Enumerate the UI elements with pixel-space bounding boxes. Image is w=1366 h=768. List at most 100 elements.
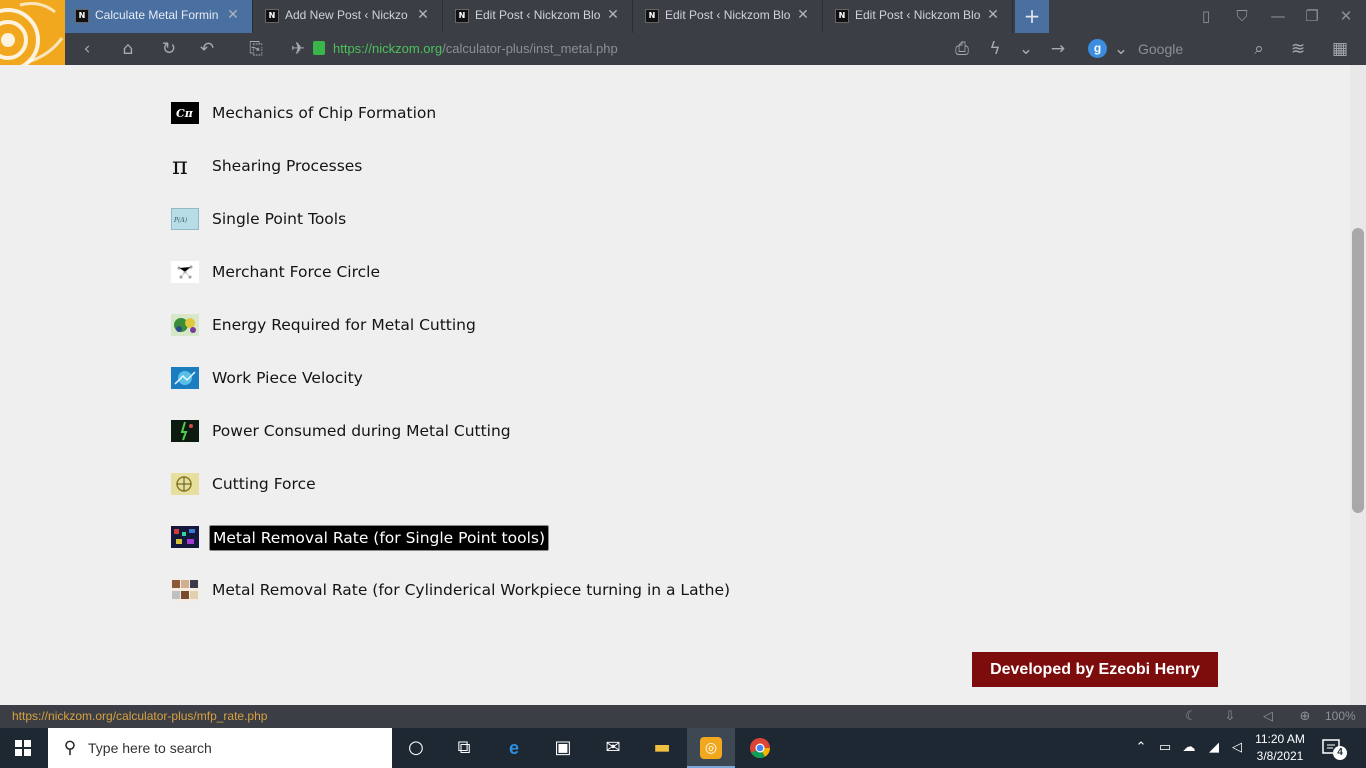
lightning-icon[interactable]: ϟ (984, 39, 1006, 59)
close-icon[interactable]: ✕ (986, 8, 1000, 22)
mail-icon: ✉ (605, 737, 621, 758)
nickzom-favicon-icon: N (645, 9, 659, 23)
minimize-icon[interactable]: — (1268, 7, 1288, 25)
url-path: /calculator-plus/inst_metal.php (442, 41, 618, 56)
chevron-down-icon[interactable]: ⌄ (1015, 39, 1037, 59)
home-icon[interactable]: ⌂ (117, 39, 139, 59)
close-icon[interactable]: ✕ (796, 8, 810, 22)
edge-app-button[interactable]: e (490, 728, 538, 768)
download-icon[interactable]: ⇩ (1221, 708, 1239, 725)
lathe-thumbnail-icon (171, 579, 199, 601)
calculator-link[interactable]: Merchant Force Circle (209, 260, 383, 284)
clock-date: 3/8/2021 (1256, 749, 1304, 763)
pi-thumbnail-icon: π (171, 155, 199, 177)
page-scrollbar[interactable] (1350, 65, 1366, 705)
browser-tab-bar: N Calculate Metal Formin ✕ N Add New Pos… (0, 0, 1366, 33)
skin-icon[interactable]: ⛉ (1232, 7, 1252, 25)
power-thumbnail-icon (171, 420, 199, 442)
onedrive-cloud-icon[interactable]: ☁ (1180, 739, 1198, 757)
tab-list-icon[interactable]: ▯ (1196, 7, 1216, 25)
cutting-force-thumbnail-icon (171, 473, 199, 495)
nickzom-favicon-icon: N (835, 9, 849, 23)
url-host: https://nickzom.org (333, 41, 443, 56)
calculator-link[interactable]: Work Piece Velocity (209, 366, 366, 390)
network-icon[interactable]: ◢ (1205, 739, 1223, 757)
tab-calculate-metal-forming[interactable]: N Calculate Metal Formin ✕ (65, 0, 253, 33)
battery-icon[interactable]: ▭ (1156, 739, 1174, 757)
uc-browser-button[interactable]: ◎ (687, 728, 735, 768)
undo-close-icon[interactable]: ↶ (196, 39, 218, 59)
address-bar[interactable]: ✈ https://nickzom.org/calculator-plus/in… (285, 37, 945, 61)
svg-text:π: π (172, 155, 188, 177)
forward-icon[interactable]: → (1047, 39, 1069, 59)
close-icon[interactable]: ✕ (226, 8, 240, 22)
tab-edit-post-2[interactable]: N Edit Post ‹ Nickzom Blo ✕ (635, 0, 823, 33)
nickzom-favicon-icon: N (455, 9, 469, 23)
search-icon[interactable]: ⌕ (1248, 39, 1270, 59)
calculator-link[interactable]: Shearing Processes (209, 154, 365, 178)
reader-mode-icon[interactable]: ⎙ (951, 39, 973, 59)
cortana-circle-icon: ○ (408, 737, 424, 758)
tab-title: Edit Post ‹ Nickzom Blo (855, 8, 981, 22)
rocket-icon: ✈ (290, 39, 306, 59)
chrome-app-button[interactable] (736, 728, 784, 768)
reload-icon[interactable]: ↻ (158, 39, 180, 59)
zoom-level[interactable]: 100% (1325, 709, 1356, 723)
calculator-link[interactable]: Single Point Tools (209, 207, 349, 231)
new-tab-button[interactable]: + (1015, 0, 1049, 33)
windows-logo-icon (15, 740, 31, 756)
chevron-down-icon[interactable]: ⌄ (1110, 39, 1132, 59)
browser-status-bar: https://nickzom.org/calculator-plus/mfp_… (0, 705, 1366, 728)
calculator-link[interactable]: Energy Required for Metal Cutting (209, 313, 479, 337)
taskbar-search-input[interactable] (88, 738, 378, 758)
night-mode-icon[interactable]: ☾ (1182, 708, 1200, 725)
energy-thumbnail-icon (171, 314, 199, 336)
cortana-button[interactable]: ○ (392, 728, 440, 768)
browser-logo[interactable] (0, 0, 65, 65)
close-icon[interactable]: ✕ (416, 8, 430, 22)
maximize-icon[interactable]: ❐ (1302, 7, 1322, 25)
task-view-icon: ⧉ (457, 737, 471, 758)
velocity-thumbnail-icon (171, 367, 199, 389)
tab-title: Edit Post ‹ Nickzom Blo (665, 8, 791, 22)
clock-time: 11:20 AM (1255, 732, 1305, 746)
apps-grid-icon[interactable]: ▦ (1329, 39, 1351, 59)
back-icon[interactable]: ‹ (76, 39, 98, 59)
search-input[interactable] (1138, 39, 1238, 59)
calculator-link[interactable]: Power Consumed during Metal Cutting (209, 419, 514, 443)
developer-credit-button[interactable]: Developed by Ezeobi Henry (972, 652, 1218, 687)
store-app-button[interactable]: ▣ (539, 728, 587, 768)
reading-list-icon[interactable]: ⎘ (245, 39, 267, 59)
tab-title: Add New Post ‹ Nickzo (285, 8, 408, 22)
taskbar-search-box[interactable]: ⚲ (48, 728, 392, 768)
calculator-link[interactable]: Mechanics of Chip Formation (209, 101, 439, 125)
chip-formation-thumbnail-icon: Cπ (171, 102, 199, 124)
wifi-icon[interactable]: ≋ (1287, 39, 1309, 59)
svg-text:P(A): P(A) (173, 217, 188, 224)
tab-add-new-post[interactable]: N Add New Post ‹ Nickzo ✕ (255, 0, 443, 33)
search-engine-icon[interactable]: g (1088, 39, 1107, 58)
system-clock[interactable]: 11:20 AM 3/8/2021 (1248, 731, 1312, 765)
tab-edit-post-3[interactable]: N Edit Post ‹ Nickzom Blo ✕ (825, 0, 1013, 33)
close-icon[interactable]: ✕ (606, 8, 620, 22)
mail-app-button[interactable]: ✉ (589, 728, 637, 768)
zoom-icon[interactable]: ⊕ (1296, 708, 1314, 725)
speaker-icon[interactable]: ◁ (1228, 739, 1246, 757)
start-button[interactable] (0, 728, 48, 768)
search-icon: ⚲ (63, 738, 77, 758)
url-text[interactable]: https://nickzom.org/calculator-plus/inst… (333, 41, 618, 56)
browser-toolbar: ‹ ⌂ ↻ ↶ ⎘ ✈ https://nickzom.org/calculat… (0, 33, 1366, 65)
nickzom-favicon-icon: N (265, 9, 279, 23)
calculator-link[interactable]: Cutting Force (209, 472, 319, 496)
notification-count-badge: 4 (1333, 746, 1347, 760)
task-view-button[interactable]: ⧉ (440, 728, 488, 768)
close-window-icon[interactable]: ✕ (1336, 7, 1356, 25)
file-explorer-button[interactable]: ▬ (638, 728, 686, 768)
volume-icon[interactable]: ◁ (1259, 708, 1277, 725)
tab-edit-post-1[interactable]: N Edit Post ‹ Nickzom Blo ✕ (445, 0, 633, 33)
scroll-thumb[interactable] (1352, 228, 1364, 513)
calculator-link[interactable]: Metal Removal Rate (for Cylinderical Wor… (209, 578, 733, 602)
lock-icon (313, 41, 325, 55)
chevron-up-icon[interactable]: ⌃ (1132, 739, 1150, 757)
calculator-link-highlighted[interactable]: Metal Removal Rate (for Single Point too… (209, 525, 550, 551)
